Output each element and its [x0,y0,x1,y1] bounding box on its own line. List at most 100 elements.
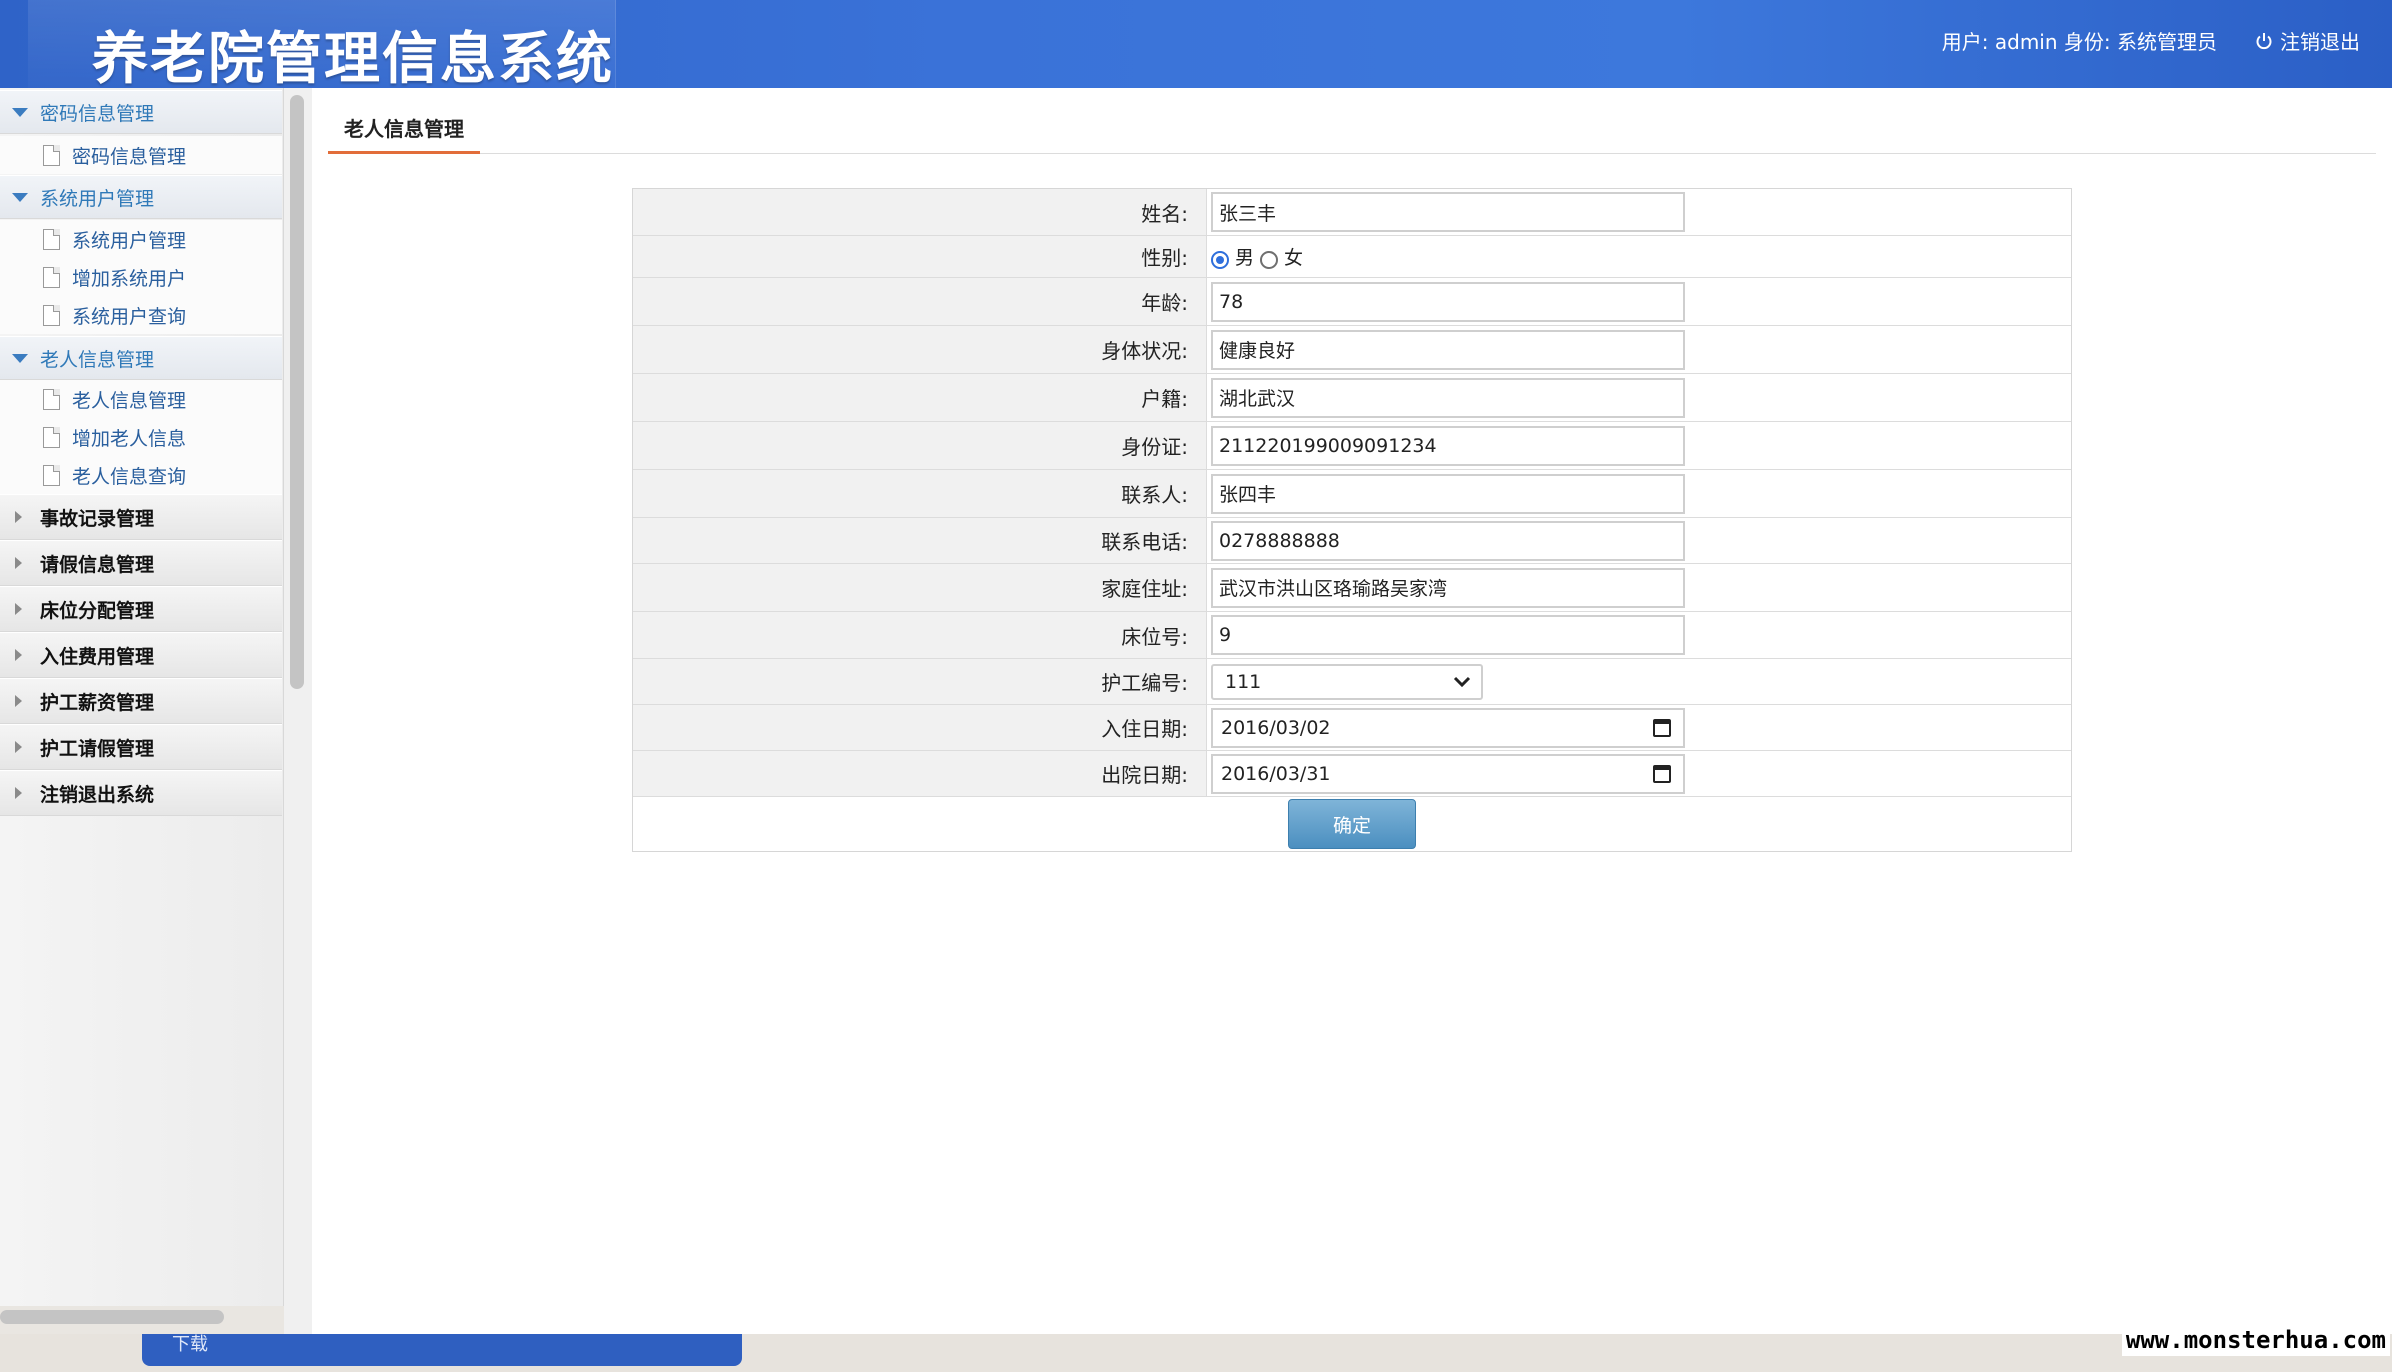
tab-elderly-info[interactable]: 老人信息管理 [328,104,480,154]
sidebar-item-label: 老人信息管理 [72,389,187,412]
sidebar: 密码信息管理 密码信息管理 系统用户管理 系统用户管理 增加系统用户 系统用户查… [0,88,284,1306]
sidebar-item-label: 增加老人信息 [72,427,187,450]
field-label: 出院日期: [633,751,1207,796]
sidebar-group-nurse-leave[interactable]: 护工请假管理 [0,724,282,770]
sidebar-group-logout[interactable]: 注销退出系统 [0,770,282,816]
sidebar-group-label: 事故记录管理 [40,507,155,530]
form-row-bed: 床位号: [633,612,2071,659]
address-field[interactable] [1211,567,1685,608]
field-label: 护工编号: [633,659,1207,704]
chevron-right-icon [15,649,22,661]
sidebar-group-nurse-salary[interactable]: 护工薪资管理 [0,678,282,724]
contact-field[interactable] [1211,473,1685,514]
form-row-domicile: 户籍: [633,374,2071,422]
sidebar-horizontal-scrollbar[interactable] [0,1310,224,1324]
sidebar-group-label: 系统用户管理 [40,187,155,210]
sidebar-group-system-users[interactable]: 系统用户管理 [0,175,282,219]
chevron-down-icon [12,353,28,363]
sidebar-group-label: 注销退出系统 [40,783,155,806]
main-content: 老人信息管理 姓名: 性别: 男 女 年龄: 身体状况: 户籍: [312,88,2392,1334]
form-row-address: 家庭住址: [633,564,2071,612]
checkout-date-field[interactable]: 2016/03/31 [1211,753,1685,794]
gender-option-label: 男 [1235,247,1255,269]
sidebar-group-label: 护工请假管理 [40,737,155,760]
sidebar-item-label: 系统用户管理 [72,229,187,252]
chevron-right-icon [15,787,22,799]
health-field[interactable] [1211,329,1685,370]
document-icon [43,304,60,326]
form-row-gender: 性别: 男 女 [633,236,2071,278]
elderly-form: 姓名: 性别: 男 女 年龄: 身体状况: 户籍: 身份证: [632,188,2072,852]
sidebar-item-system-user-query[interactable]: 系统用户查询 [0,296,282,334]
confirm-button[interactable]: 确定 [1288,799,1416,849]
gender-female-radio[interactable] [1260,250,1279,269]
form-row-nurse: 护工编号: 111 [633,659,2071,705]
chevron-right-icon [15,603,22,615]
sidebar-group-leave[interactable]: 请假信息管理 [0,540,282,586]
sidebar-item-add-system-user[interactable]: 增加系统用户 [0,258,282,296]
gender-male-radio[interactable] [1211,250,1229,269]
form-row-contact: 联系人: [633,470,2071,518]
form-row-health: 身体状况: [633,326,2071,374]
document-icon [43,388,60,410]
form-row-phone: 联系电话: [633,518,2071,564]
sidebar-item-label: 增加系统用户 [72,267,187,290]
sidebar-group-label: 护工薪资管理 [40,691,155,714]
age-field[interactable] [1211,281,1685,322]
chevron-right-icon [15,695,22,707]
sidebar-group-elderly[interactable]: 老人信息管理 [0,336,282,380]
field-label: 性别: [633,236,1207,277]
document-icon [43,228,60,250]
domicile-field[interactable] [1211,377,1685,418]
sidebar-item-label: 老人信息查询 [72,465,187,488]
document-icon [43,464,60,486]
sidebar-item-system-user-manage[interactable]: 系统用户管理 [0,220,282,258]
checkin-date-field[interactable]: 2016/03/02 [1211,707,1685,748]
date-value: 2016/03/02 [1221,716,1331,739]
sidebar-group-label: 密码信息管理 [40,102,155,125]
app-title: 养老院管理信息系统 [92,27,614,88]
power-icon [2256,32,2272,49]
sidebar-group-label: 老人信息管理 [40,348,155,371]
field-label: 床位号: [633,612,1207,658]
form-row-checkin: 入住日期: 2016/03/02 [633,705,2071,751]
logout-link[interactable]: 注销退出 [2254,26,2360,55]
app-header: 养老院管理信息系统 用户: admin 身份: 系统管理员 注销退出 [0,0,2392,88]
sidebar-vertical-scrollbar[interactable] [290,95,304,689]
field-label: 身份证: [633,422,1207,469]
background-download-button: 下载 [142,1334,742,1366]
sidebar-group-accidents[interactable]: 事故记录管理 [0,494,282,540]
sidebar-group-password[interactable]: 密码信息管理 [0,90,282,134]
field-label: 联系人: [633,470,1207,517]
sidebar-item-elderly-manage[interactable]: 老人信息管理 [0,380,282,418]
sidebar-item-add-elderly[interactable]: 增加老人信息 [0,418,282,456]
chevron-down-icon [12,192,28,202]
chevron-down-icon [12,107,28,117]
sidebar-group-fees[interactable]: 入住费用管理 [0,632,282,678]
nurse-number-select[interactable]: 111 [1211,663,1483,700]
sidebar-group-beds[interactable]: 床位分配管理 [0,586,282,632]
sidebar-item-elderly-query[interactable]: 老人信息查询 [0,456,282,494]
field-label: 入住日期: [633,705,1207,750]
sidebar-group-label: 入住费用管理 [40,645,155,668]
calendar-icon[interactable] [1653,764,1671,783]
id-card-field[interactable] [1211,425,1685,466]
background-button-label: 下载 [172,1334,208,1355]
document-icon [43,266,60,288]
field-label: 联系电话: [633,518,1207,563]
chevron-right-icon [15,741,22,753]
chevron-right-icon [15,557,22,569]
sidebar-item-password-manage[interactable]: 密码信息管理 [0,136,282,174]
form-row-checkout: 出院日期: 2016/03/31 [633,751,2071,797]
date-value: 2016/03/31 [1221,762,1331,785]
name-field[interactable] [1211,192,1685,232]
field-label: 家庭住址: [633,564,1207,611]
phone-field[interactable] [1211,520,1685,561]
field-label: 户籍: [633,374,1207,421]
gender-option-label: 女 [1284,247,1304,269]
bed-number-field[interactable] [1211,615,1685,655]
form-actions: 确定 [633,797,2071,851]
chevron-right-icon [15,511,22,523]
calendar-icon[interactable] [1653,718,1671,737]
watermark: www.monsterhua.com [2121,1326,2390,1356]
